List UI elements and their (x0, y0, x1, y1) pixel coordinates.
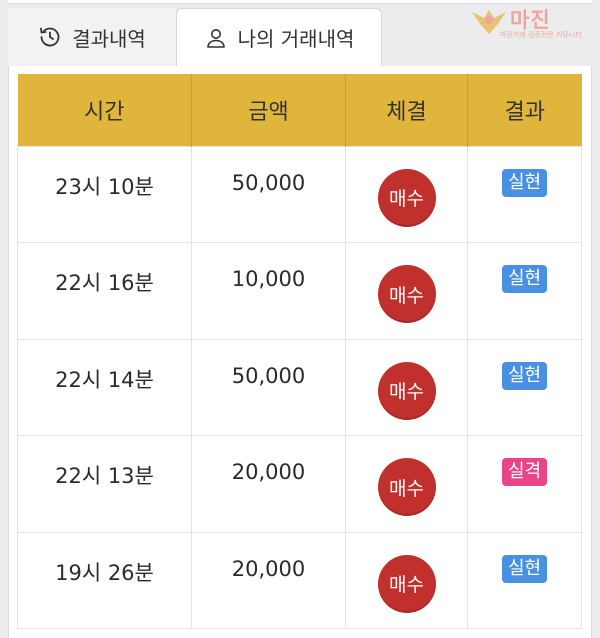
result-badge: 실격 (501, 458, 548, 486)
table-row: 22시 13분 20,000 매수 실격 (17, 435, 582, 533)
logo-subtitle: 마진거래 검증전문 커뮤니티 (500, 31, 582, 39)
result-badge: 실현 (501, 168, 548, 197)
cell-amount: 50,000 (191, 145, 346, 243)
cell-result: 실격 (467, 435, 582, 533)
table-row: 19시 26분 20,000 매수 실현 (17, 531, 582, 629)
table-row: 23시 10분 50,000 매수 실현 (17, 145, 582, 243)
cell-execution: 매수 (345, 531, 468, 629)
tab-results-history[interactable]: 결과내역 (8, 8, 176, 66)
history-icon (40, 27, 60, 47)
tab-my-trades[interactable]: 나의 거래내역 (176, 8, 382, 66)
cell-amount: 20,000 (191, 435, 346, 533)
buy-button[interactable]: 매수 (377, 554, 436, 613)
cell-time: 19시 26분 (17, 531, 192, 629)
cell-result: 실현 (467, 145, 582, 243)
cell-result: 실현 (467, 242, 582, 340)
table-row: 22시 14분 50,000 매수 실현 (17, 338, 582, 436)
buy-button[interactable]: 매수 (377, 265, 436, 323)
site-logo: 마진 마진거래 검증전문 커뮤니티 (470, 4, 594, 39)
table-header-row: 시간 금액 체결 결과 (17, 74, 582, 146)
cell-result: 실현 (467, 338, 582, 436)
table-row: 22시 16분 10,000 매수 실현 (17, 242, 582, 340)
buy-button[interactable]: 매수 (377, 361, 436, 420)
cell-time: 23시 10분 (17, 145, 192, 243)
header-amount: 금액 (191, 74, 346, 146)
buy-button[interactable]: 매수 (377, 458, 436, 516)
cell-result: 실현 (467, 531, 582, 629)
header-time: 시간 (17, 74, 192, 146)
result-badge: 실현 (501, 361, 548, 390)
cell-execution: 매수 (345, 435, 468, 533)
header-result: 결과 (467, 74, 582, 146)
buy-button[interactable]: 매수 (377, 168, 436, 227)
cell-execution: 매수 (345, 145, 468, 243)
result-badge: 실현 (501, 554, 548, 583)
trade-history-panel: 시간 금액 체결 결과 23시 10분 50,000 매수 실현 22시 16분… (8, 66, 592, 638)
cell-execution: 매수 (345, 242, 468, 340)
trade-history-table: 시간 금액 체결 결과 23시 10분 50,000 매수 실현 22시 16분… (17, 74, 582, 629)
header-execution: 체결 (345, 74, 468, 146)
cell-amount: 50,000 (191, 338, 346, 436)
cell-execution: 매수 (345, 338, 468, 436)
cell-amount: 20,000 (191, 531, 346, 629)
cell-time: 22시 16분 (17, 242, 192, 340)
cell-time: 22시 13분 (17, 435, 192, 533)
user-icon (206, 28, 225, 48)
tab-my-trades-label: 나의 거래내역 (237, 27, 355, 51)
cell-time: 22시 14분 (17, 338, 192, 436)
tab-results-label: 결과내역 (72, 26, 146, 51)
result-badge: 실현 (501, 265, 548, 293)
cell-amount: 10,000 (191, 242, 346, 340)
